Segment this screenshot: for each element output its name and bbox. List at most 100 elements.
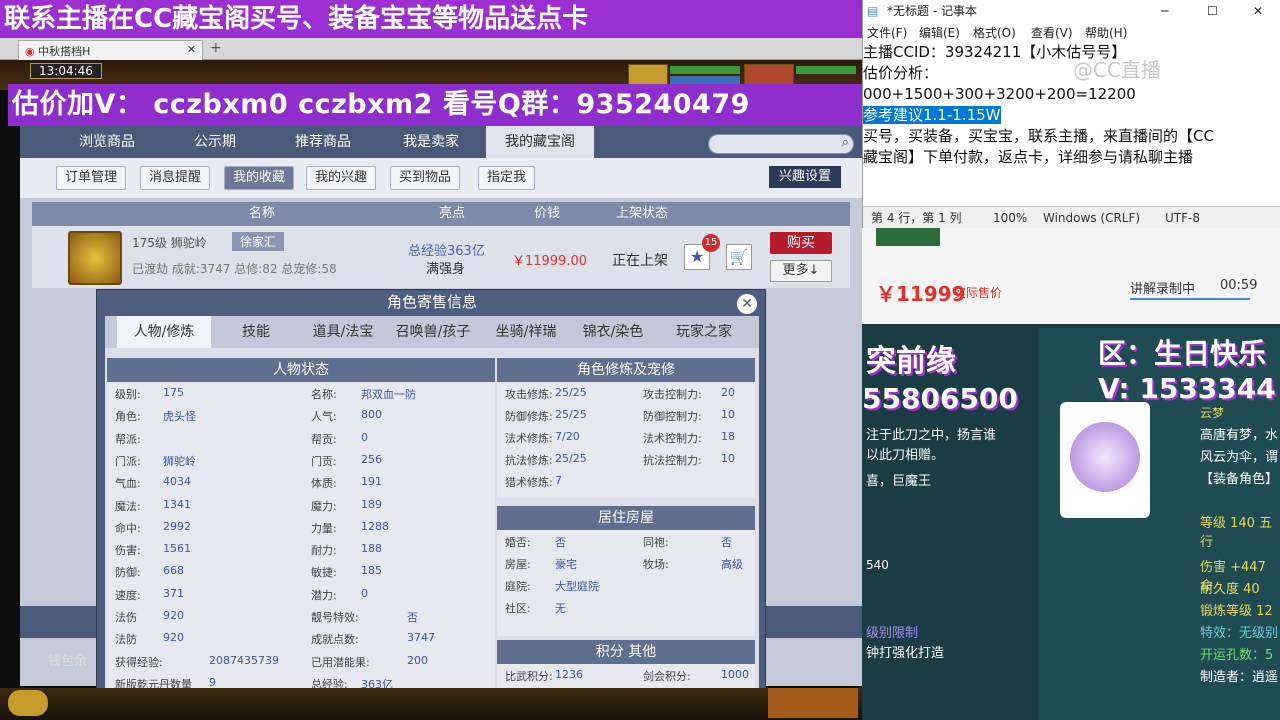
kv-row: 攻击修炼: 25/25 攻击控制力: 20 bbox=[505, 386, 735, 402]
status-key: 法伤 bbox=[115, 611, 137, 624]
more-button[interactable]: 更多↓ bbox=[770, 260, 832, 282]
tab-outfits[interactable]: 锦衣/染色 bbox=[573, 316, 653, 348]
kv-value: 25/25 bbox=[555, 452, 587, 465]
status-row: 门贡: 256 bbox=[311, 453, 382, 469]
character-avatar[interactable] bbox=[68, 231, 122, 285]
shop-nav: 浏览商品 公示期 推荐商品 我是卖家 我的藏宝阁 ⌕ bbox=[20, 126, 862, 158]
stream-left-card: 突前缘 55806500 注于此刀之中，扬言谁 以此刀相赠。 喜，巨魔王 540… bbox=[862, 328, 1036, 720]
status-key: 力量: bbox=[311, 521, 337, 535]
kv-value: 1000 bbox=[721, 668, 749, 681]
item-text: 等级 140 五行 bbox=[1200, 516, 1273, 550]
status-key: 耐力: bbox=[311, 544, 337, 558]
subnav-favorites[interactable]: 我的收藏 bbox=[224, 166, 295, 190]
browser-tab[interactable]: ◉ 中秋搭档H ✕ bbox=[18, 40, 203, 60]
cultivation-panel-head: 角色修炼及宠修 bbox=[497, 358, 755, 382]
kv-value: 7 bbox=[555, 474, 562, 487]
housing-panel-head: 居住房屋 bbox=[497, 506, 755, 530]
nav-my-treasure[interactable]: 我的藏宝阁 bbox=[486, 126, 594, 158]
tab-skills[interactable]: 技能 bbox=[221, 316, 291, 348]
status-value: 920 bbox=[163, 631, 184, 645]
nav-announcement[interactable]: 公示期 bbox=[160, 126, 270, 158]
status-value: 狮驼岭 bbox=[163, 454, 196, 468]
search-icon[interactable]: ⌕ bbox=[842, 135, 849, 150]
subnav-orders[interactable]: 订单管理 bbox=[56, 166, 127, 190]
status-row: 敏捷: 185 bbox=[311, 564, 382, 580]
kv-row: 防御修炼: 25/25 防御控制力: 10 bbox=[505, 408, 735, 424]
status-key: 靓号特效: bbox=[311, 611, 359, 624]
kv-value: 否 bbox=[721, 536, 732, 549]
menu-edit[interactable]: 编辑(E) bbox=[919, 24, 960, 41]
status-key: 敏捷: bbox=[311, 566, 337, 580]
server-badge: 徐家汇 bbox=[232, 232, 285, 251]
item-text: 开运孔数：5 bbox=[1200, 648, 1274, 663]
kv-key: 防御修炼: bbox=[505, 410, 553, 423]
interest-settings-button[interactable]: 兴趣设置 bbox=[769, 166, 842, 188]
nav-seller[interactable]: 我是卖家 bbox=[376, 126, 486, 158]
menu-view[interactable]: 查看(V) bbox=[1031, 24, 1073, 41]
status-value: 2992 bbox=[163, 519, 191, 533]
status-row: 法防 920 bbox=[115, 631, 184, 647]
col-status: 上架状态 bbox=[615, 206, 668, 221]
item-text: 耐久度 40 bbox=[1200, 582, 1260, 597]
notepad-text-area[interactable]: 主播CCID：39324211【小木估号号】 估价分析： 000+1500+30… bbox=[863, 42, 1280, 204]
tab-mounts[interactable]: 坐骑/祥瑞 bbox=[483, 316, 569, 348]
highlight-exp: 总经验363亿 bbox=[408, 244, 485, 259]
close-icon[interactable]: ✕ bbox=[1253, 0, 1263, 22]
tab-character[interactable]: 人物/修炼 bbox=[117, 316, 211, 348]
kv-row: 婚否: 否 同袍: 否 bbox=[505, 534, 732, 550]
menu-format[interactable]: 格式(O) bbox=[973, 24, 1016, 41]
bottom-hud-icons[interactable] bbox=[768, 688, 858, 718]
status-key: 伤害: bbox=[115, 544, 141, 558]
game-bottom-hud bbox=[0, 688, 862, 720]
status-key: 体质: bbox=[311, 477, 337, 491]
col-price: 价钱 bbox=[533, 206, 560, 221]
text-line: 买号，买装备，买宝宝，联系主播，来直播间的【CC bbox=[863, 127, 1214, 145]
status-row: 力量: 1288 bbox=[311, 520, 389, 536]
status-row: 门派: 狮驼岭 bbox=[115, 453, 196, 469]
close-icon[interactable]: ✕ bbox=[737, 294, 757, 314]
kv-key: 防御控制力: bbox=[643, 410, 702, 423]
menu-file[interactable]: 文件(F) bbox=[867, 24, 907, 41]
item-text: 【装备角色】 bbox=[1200, 472, 1279, 487]
status-key: 防御: bbox=[115, 566, 141, 580]
wallet-label: 钱包余 bbox=[48, 654, 88, 669]
tab-pets[interactable]: 召唤兽/孩子 bbox=[387, 316, 479, 348]
kv-value: 10 bbox=[721, 408, 735, 421]
status-key: 气血: bbox=[115, 477, 141, 491]
status-row: 法伤 920 bbox=[115, 609, 184, 625]
status-key: 获得经验: bbox=[115, 655, 163, 669]
kv-key: 牧场: bbox=[643, 558, 669, 571]
tab-items[interactable]: 道具/法宝 bbox=[303, 316, 383, 348]
text-line: 参考建议1.1-1.15W bbox=[863, 105, 1280, 126]
minimize-icon[interactable]: ─ bbox=[1161, 0, 1168, 22]
kv-value: 7/20 bbox=[555, 430, 580, 443]
new-tab-button[interactable]: + bbox=[210, 40, 222, 56]
subnav-messages[interactable]: 消息提醒 bbox=[140, 166, 211, 190]
shop-search-input[interactable]: ⌕ bbox=[708, 134, 854, 154]
item-text: 锻炼等级 12 bbox=[1200, 604, 1273, 619]
listing-row[interactable]: 175级 狮驼岭 徐家汇 已渡劫 成就:3747 总修:82 总宠修:58 总经… bbox=[32, 226, 850, 288]
maximize-icon[interactable]: ☐ bbox=[1207, 0, 1218, 22]
close-icon[interactable]: ✕ bbox=[187, 43, 196, 56]
status-key: 名称: bbox=[311, 388, 337, 401]
nav-recommended[interactable]: 推荐商品 bbox=[268, 126, 378, 158]
menu-help[interactable]: 帮助(H) bbox=[1085, 24, 1127, 41]
hud-pet-hp-bar bbox=[796, 66, 856, 74]
current-channel-icon[interactable] bbox=[8, 690, 48, 716]
subnav-interests[interactable]: 我的兴趣 bbox=[306, 166, 377, 190]
notepad-menu: 文件(F) 编辑(E) 格式(O) 查看(V) 帮助(H) bbox=[863, 22, 1280, 42]
subnav-purchased[interactable]: 买到物品 bbox=[390, 166, 461, 190]
subnav-assigned[interactable]: 指定我 bbox=[478, 166, 536, 190]
kv-value: 无 bbox=[555, 602, 566, 615]
kv-value: 20 bbox=[721, 386, 735, 399]
nav-browse[interactable]: 浏览商品 bbox=[52, 126, 162, 158]
cart-icon[interactable]: 🛒 bbox=[726, 244, 752, 270]
status-value: 0 bbox=[361, 430, 368, 444]
top-banner: 联系主播在CC藏宝阁买号、装备宝宝等物品送点卡 bbox=[0, 0, 862, 38]
status-row: 速度: 371 bbox=[115, 587, 184, 603]
status-row: 名称: 邦双血一防 bbox=[311, 386, 416, 402]
buy-button[interactable]: 购买 bbox=[770, 232, 832, 254]
listing-stats: 已渡劫 成就:3747 总修:82 总宠修:58 bbox=[132, 262, 337, 276]
status-key: 潜力: bbox=[311, 588, 337, 602]
tab-home[interactable]: 玩家之家 bbox=[661, 316, 747, 348]
